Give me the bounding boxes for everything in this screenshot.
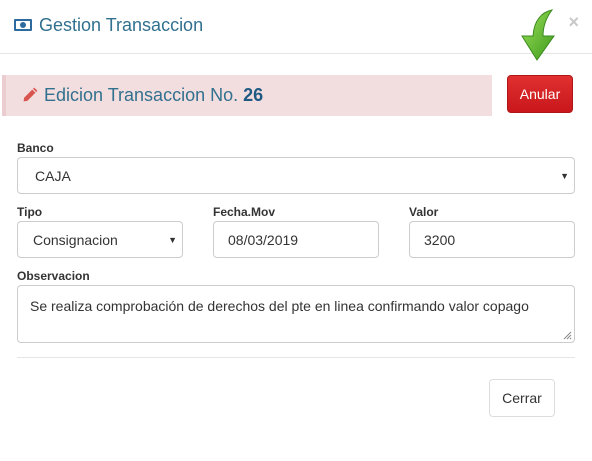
edit-transaction-banner: Edicion Transaccion No. 26 — [2, 75, 492, 116]
footer-divider — [17, 357, 575, 358]
tipo-value: Consignacion — [33, 231, 118, 248]
valor-input[interactable]: 3200 — [409, 221, 575, 258]
resize-grip-icon[interactable] — [563, 331, 572, 340]
caret-down-icon: ▼ — [168, 234, 177, 245]
observacion-textarea[interactable]: Se realiza comprobación de derechos del … — [17, 285, 575, 343]
fecha-input[interactable]: 08/03/2019 — [213, 221, 379, 258]
observacion-label: Observacion — [17, 269, 90, 283]
banco-select[interactable]: CAJA ▼ — [17, 157, 575, 194]
tipo-select[interactable]: Consignacion ▼ — [17, 221, 183, 258]
banco-value: CAJA — [35, 167, 71, 184]
modal-header: Gestion Transaccion × — [0, 0, 592, 54]
fecha-value: 08/03/2019 — [228, 231, 299, 248]
cerrar-button[interactable]: Cerrar — [489, 379, 555, 417]
observacion-value: Se realiza comprobación de derechos del … — [30, 298, 529, 314]
pencil-icon — [23, 87, 38, 102]
valor-label: Valor — [409, 205, 439, 219]
close-button[interactable]: × — [568, 13, 579, 31]
banco-label: Banco — [17, 141, 54, 155]
transaction-number: 26 — [243, 85, 264, 105]
caret-down-icon: ▼ — [560, 170, 569, 181]
valor-value: 3200 — [424, 231, 456, 248]
modal-title: Gestion Transaccion — [39, 15, 204, 35]
tipo-label: Tipo — [17, 205, 43, 219]
money-icon — [14, 19, 32, 31]
fecha-label: Fecha.Mov — [213, 205, 276, 219]
green-arrow-down-icon — [521, 9, 555, 61]
banner-prefix: Edicion Transaccion No. — [44, 85, 239, 105]
anular-button[interactable]: Anular — [507, 75, 573, 113]
banner-title: Edicion Transaccion No. 26 — [44, 85, 263, 106]
